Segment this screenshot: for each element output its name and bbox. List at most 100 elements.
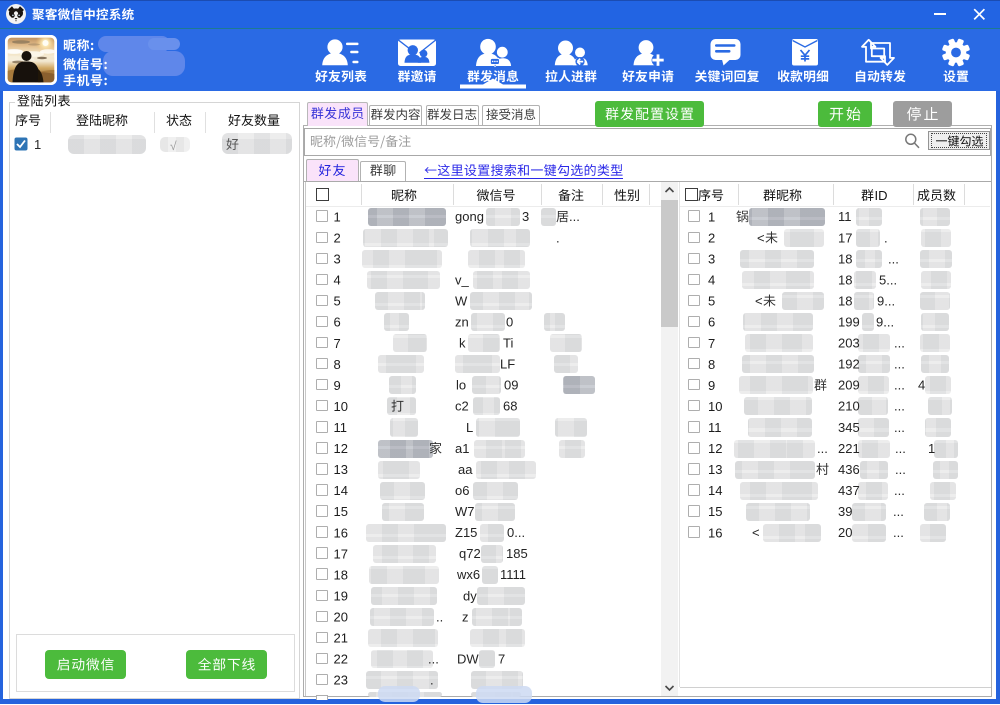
svg-text:11: 11 bbox=[334, 420, 348, 435]
svg-text:...: ... bbox=[888, 251, 899, 266]
svg-text:Z15: Z15 bbox=[455, 525, 477, 540]
svg-text:4: 4 bbox=[334, 273, 341, 288]
svg-text:1111: 1111 bbox=[500, 567, 526, 582]
svg-text:0: 0 bbox=[506, 315, 513, 330]
svg-text:436: 436 bbox=[838, 462, 860, 477]
svg-text:v_: v_ bbox=[455, 272, 470, 287]
svg-text:6: 6 bbox=[334, 315, 341, 330]
svg-text:18: 18 bbox=[838, 293, 852, 308]
svg-text:W7: W7 bbox=[455, 504, 475, 519]
svg-text:...: ... bbox=[893, 525, 904, 540]
svg-text:5: 5 bbox=[708, 294, 715, 309]
svg-text:17: 17 bbox=[334, 546, 348, 561]
svg-text:11: 11 bbox=[838, 209, 852, 224]
svg-text:z: z bbox=[462, 609, 469, 624]
svg-text:q72: q72 bbox=[459, 546, 481, 561]
svg-text:...: ... bbox=[894, 420, 905, 435]
svg-text:18: 18 bbox=[334, 567, 348, 582]
svg-text:o6: o6 bbox=[455, 483, 469, 498]
svg-text:W: W bbox=[455, 293, 468, 308]
svg-text:20: 20 bbox=[334, 610, 348, 625]
svg-text:<: < bbox=[757, 230, 765, 245]
svg-text:2: 2 bbox=[708, 231, 715, 246]
svg-text:192: 192 bbox=[838, 357, 860, 372]
svg-text:13: 13 bbox=[708, 462, 722, 477]
svg-text:...: ... bbox=[894, 336, 905, 351]
svg-text:3: 3 bbox=[522, 209, 529, 224]
svg-text:12: 12 bbox=[708, 441, 722, 456]
svg-text:...: ... bbox=[894, 378, 905, 393]
svg-text:5...: 5... bbox=[879, 272, 897, 287]
svg-text:16: 16 bbox=[334, 525, 348, 540]
svg-text:zn: zn bbox=[455, 315, 469, 330]
svg-text:ID: ID bbox=[875, 188, 888, 203]
svg-text:68: 68 bbox=[503, 399, 517, 414]
svg-text:..: .. bbox=[436, 609, 443, 624]
svg-text:209: 209 bbox=[838, 378, 860, 393]
svg-text:0...: 0... bbox=[507, 525, 525, 540]
svg-text:7: 7 bbox=[334, 336, 341, 351]
svg-text:...: ... bbox=[894, 399, 905, 414]
svg-text:21: 21 bbox=[334, 631, 348, 646]
svg-text:210: 210 bbox=[838, 399, 860, 414]
svg-text:a1: a1 bbox=[455, 441, 469, 456]
svg-text:4: 4 bbox=[708, 273, 715, 288]
svg-text:9: 9 bbox=[334, 378, 341, 393]
svg-text:5: 5 bbox=[334, 294, 341, 309]
svg-text:14: 14 bbox=[334, 483, 348, 498]
svg-text:aa: aa bbox=[458, 462, 473, 477]
svg-text:<: < bbox=[755, 293, 763, 308]
svg-text:Ti: Ti bbox=[503, 336, 513, 351]
svg-text:lo: lo bbox=[456, 378, 466, 393]
svg-text:8: 8 bbox=[708, 357, 715, 372]
svg-text:345: 345 bbox=[838, 420, 860, 435]
svg-text:3: 3 bbox=[334, 252, 341, 267]
svg-text:18: 18 bbox=[838, 272, 852, 287]
svg-text:<: < bbox=[752, 525, 760, 540]
svg-text:3: 3 bbox=[708, 252, 715, 267]
svg-text:20: 20 bbox=[838, 525, 852, 540]
svg-text:...: ... bbox=[894, 483, 905, 498]
svg-text:9...: 9... bbox=[876, 315, 894, 330]
svg-text:LF: LF bbox=[500, 357, 515, 372]
svg-text:437: 437 bbox=[838, 483, 860, 498]
svg-text:17: 17 bbox=[838, 230, 852, 245]
svg-text:15: 15 bbox=[334, 504, 348, 519]
svg-text:DW: DW bbox=[457, 652, 479, 667]
svg-text:gong: gong bbox=[455, 209, 484, 224]
svg-text:...: ... bbox=[894, 357, 905, 372]
svg-text:22: 22 bbox=[334, 652, 348, 667]
svg-text:10: 10 bbox=[708, 399, 722, 414]
svg-text:6: 6 bbox=[708, 315, 715, 330]
svg-text:...: ... bbox=[893, 504, 904, 519]
svg-text:185: 185 bbox=[506, 546, 528, 561]
svg-text:...: ... bbox=[569, 209, 580, 224]
svg-text:1: 1 bbox=[708, 209, 715, 224]
svg-text:1: 1 bbox=[334, 209, 341, 224]
svg-text:7: 7 bbox=[708, 336, 715, 351]
svg-text:199: 199 bbox=[838, 315, 860, 330]
svg-text:wx6: wx6 bbox=[456, 567, 480, 582]
svg-text:23: 23 bbox=[334, 673, 348, 688]
svg-text:14: 14 bbox=[708, 483, 722, 498]
svg-text:9...: 9... bbox=[877, 293, 895, 308]
svg-text:19: 19 bbox=[334, 589, 348, 604]
svg-text:L: L bbox=[466, 420, 473, 435]
svg-text:13: 13 bbox=[334, 462, 348, 477]
svg-text:203: 203 bbox=[838, 336, 860, 351]
svg-text:c2: c2 bbox=[455, 399, 469, 414]
svg-text:7: 7 bbox=[498, 652, 505, 667]
svg-text:11: 11 bbox=[708, 420, 722, 435]
svg-text:9: 9 bbox=[708, 378, 715, 393]
svg-text:10: 10 bbox=[334, 399, 348, 414]
svg-text:16: 16 bbox=[708, 525, 722, 540]
svg-text:...: ... bbox=[817, 441, 828, 456]
svg-text:12: 12 bbox=[334, 441, 348, 456]
svg-text:...: ... bbox=[895, 462, 906, 477]
svg-text:09: 09 bbox=[504, 378, 518, 393]
svg-text:221: 221 bbox=[838, 441, 860, 456]
svg-text:dy: dy bbox=[463, 588, 477, 603]
svg-text:...: ... bbox=[895, 441, 906, 456]
svg-text:k: k bbox=[459, 336, 466, 351]
svg-text:.: . bbox=[556, 230, 560, 245]
